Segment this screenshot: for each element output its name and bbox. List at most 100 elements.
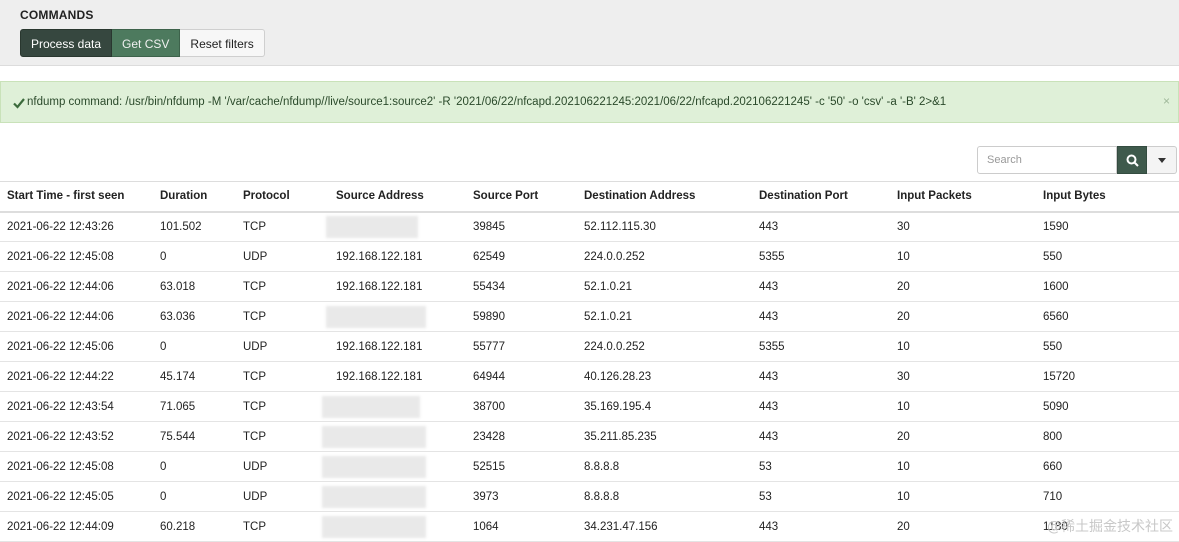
- cell-source-address: [329, 452, 466, 482]
- redacted-address: [326, 216, 418, 238]
- cell-source-address: 192.168.122.181: [329, 242, 466, 272]
- cell-input-packets: 20: [890, 422, 1036, 452]
- cell-source-port: 55434: [466, 272, 577, 302]
- watermark: @稀土掘金技术社区: [1047, 516, 1173, 536]
- cell-input-bytes: 710: [1036, 482, 1179, 512]
- cell-duration: 45.174: [153, 362, 236, 392]
- table-row[interactable]: 2021-06-22 12:45:05 0 UDP 3973 8.8.8.8 5…: [0, 482, 1179, 512]
- cell-start-time: 2021-06-22 12:43:54: [0, 392, 153, 422]
- table-header-row: Start Time - first seen Duration Protoco…: [0, 182, 1179, 212]
- search-options-dropdown[interactable]: [1147, 146, 1177, 174]
- cell-input-bytes: 550: [1036, 242, 1179, 272]
- cell-source-address: 192.168.122.181: [329, 362, 466, 392]
- cell-destination-port: 443: [752, 212, 890, 242]
- table-row[interactable]: 2021-06-22 12:43:26 101.502 TCP 39845 52…: [0, 212, 1179, 242]
- cell-destination-port: 443: [752, 272, 890, 302]
- cell-start-time: 2021-06-22 12:43:52: [0, 422, 153, 452]
- get-csv-button[interactable]: Get CSV: [112, 29, 180, 57]
- cell-input-bytes: 660: [1036, 452, 1179, 482]
- reset-filters-button[interactable]: Reset filters: [180, 29, 264, 57]
- cell-source-port: 55777: [466, 332, 577, 362]
- cell-source-address: [329, 392, 466, 422]
- table-row[interactable]: 2021-06-22 12:45:08 0 UDP 192.168.122.18…: [0, 242, 1179, 272]
- search-button[interactable]: [1117, 146, 1147, 174]
- cell-duration: 0: [153, 242, 236, 272]
- cell-start-time: 2021-06-22 12:45:05: [0, 482, 153, 512]
- cell-source-port: 64944: [466, 362, 577, 392]
- cell-destination-port: 5355: [752, 242, 890, 272]
- table-row[interactable]: 2021-06-22 12:43:54 71.065 TCP 38700 35.…: [0, 392, 1179, 422]
- column-header-input-packets[interactable]: Input Packets: [890, 182, 1036, 212]
- cell-destination-address: 40.126.28.23: [577, 362, 752, 392]
- cell-destination-address: 52.1.0.21: [577, 272, 752, 302]
- column-header-destination-address[interactable]: Destination Address: [577, 182, 752, 212]
- cell-input-packets: 30: [890, 362, 1036, 392]
- cell-destination-port: 443: [752, 422, 890, 452]
- commands-title: COMMANDS: [20, 8, 94, 22]
- process-data-button[interactable]: Process data: [20, 29, 112, 57]
- redacted-address: [326, 306, 426, 328]
- column-header-protocol[interactable]: Protocol: [236, 182, 329, 212]
- column-header-duration[interactable]: Duration: [153, 182, 236, 212]
- cell-source-address: [329, 482, 466, 512]
- cell-input-packets: 20: [890, 512, 1036, 542]
- cell-destination-address: 224.0.0.252: [577, 242, 752, 272]
- close-icon[interactable]: ×: [1163, 94, 1170, 108]
- cell-protocol: TCP: [236, 392, 329, 422]
- redacted-address: [322, 486, 426, 508]
- cell-input-bytes: 1590: [1036, 212, 1179, 242]
- cell-start-time: 2021-06-22 12:45:08: [0, 242, 153, 272]
- cell-duration: 0: [153, 332, 236, 362]
- cell-duration: 0: [153, 452, 236, 482]
- cell-destination-address: 35.211.85.235: [577, 422, 752, 452]
- table-row[interactable]: 2021-06-22 12:44:09 60.218 TCP 1064 34.2…: [0, 512, 1179, 542]
- cell-duration: 60.218: [153, 512, 236, 542]
- redacted-address: [322, 396, 420, 418]
- table-row[interactable]: 2021-06-22 12:44:22 45.174 TCP 192.168.1…: [0, 362, 1179, 392]
- column-header-source-port[interactable]: Source Port: [466, 182, 577, 212]
- cell-duration: 63.036: [153, 302, 236, 332]
- cell-source-port: 59890: [466, 302, 577, 332]
- cell-source-address: [329, 422, 466, 452]
- cell-source-address: [329, 302, 466, 332]
- table-row[interactable]: 2021-06-22 12:43:52 75.544 TCP 23428 35.…: [0, 422, 1179, 452]
- cell-start-time: 2021-06-22 12:45:06: [0, 332, 153, 362]
- cell-start-time: 2021-06-22 12:44:09: [0, 512, 153, 542]
- commands-button-group: Process data Get CSV Reset filters: [20, 29, 265, 57]
- redacted-address: [322, 426, 426, 448]
- cell-destination-address: 224.0.0.252: [577, 332, 752, 362]
- cell-destination-port: 53: [752, 482, 890, 512]
- cell-destination-port: 443: [752, 392, 890, 422]
- search-input[interactable]: [977, 146, 1117, 174]
- cell-protocol: UDP: [236, 452, 329, 482]
- cell-duration: 0: [153, 482, 236, 512]
- cell-destination-address: 52.112.115.30: [577, 212, 752, 242]
- cell-destination-address: 8.8.8.8: [577, 452, 752, 482]
- column-header-destination-port[interactable]: Destination Port: [752, 182, 890, 212]
- cell-input-bytes: 15720: [1036, 362, 1179, 392]
- cell-input-packets: 30: [890, 212, 1036, 242]
- cell-input-packets: 20: [890, 272, 1036, 302]
- table-row[interactable]: 2021-06-22 12:44:06 63.018 TCP 192.168.1…: [0, 272, 1179, 302]
- cell-destination-port: 443: [752, 302, 890, 332]
- cell-source-address: 192.168.122.181: [329, 332, 466, 362]
- table-row[interactable]: 2021-06-22 12:44:06 63.036 TCP 59890 52.…: [0, 302, 1179, 332]
- cell-destination-address: 52.1.0.21: [577, 302, 752, 332]
- cell-input-packets: 10: [890, 392, 1036, 422]
- cell-duration: 71.065: [153, 392, 236, 422]
- cell-destination-address: 8.8.8.8: [577, 482, 752, 512]
- table-row[interactable]: 2021-06-22 12:45:06 0 UDP 192.168.122.18…: [0, 332, 1179, 362]
- cell-input-bytes: 5090: [1036, 392, 1179, 422]
- column-header-source-address[interactable]: Source Address: [329, 182, 466, 212]
- cell-input-bytes: 6560: [1036, 302, 1179, 332]
- column-header-start-time[interactable]: Start Time - first seen: [0, 182, 153, 212]
- cell-destination-port: 53: [752, 452, 890, 482]
- cell-start-time: 2021-06-22 12:44:22: [0, 362, 153, 392]
- cell-source-address: [329, 212, 466, 242]
- flows-table: Start Time - first seen Duration Protoco…: [0, 181, 1179, 542]
- search-group: [977, 146, 1177, 174]
- cell-destination-port: 443: [752, 512, 890, 542]
- column-header-input-bytes[interactable]: Input Bytes: [1036, 182, 1179, 212]
- table-row[interactable]: 2021-06-22 12:45:08 0 UDP 52515 8.8.8.8 …: [0, 452, 1179, 482]
- cell-source-port: 1064: [466, 512, 577, 542]
